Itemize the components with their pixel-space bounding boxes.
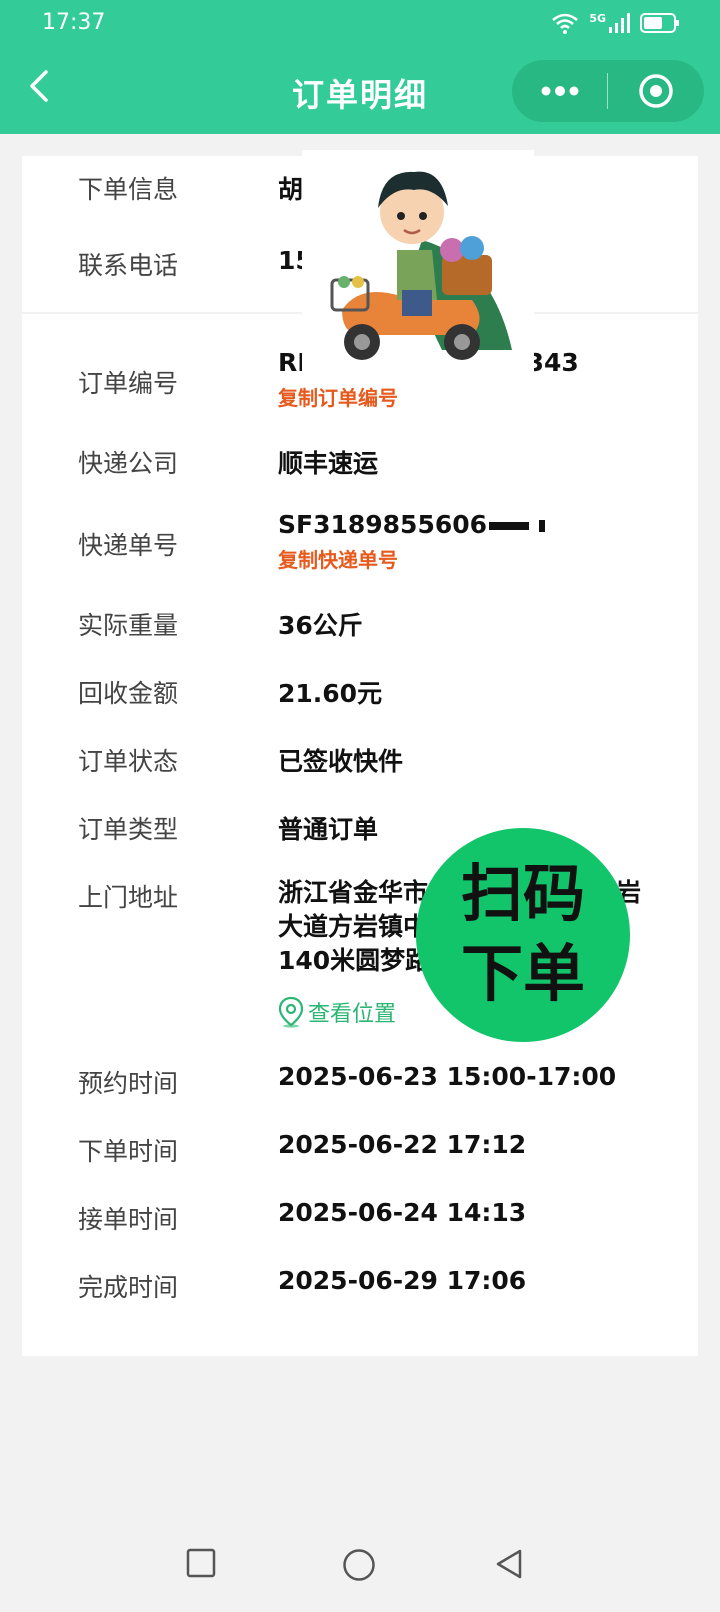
amount-value: 21.60元: [278, 679, 383, 708]
triangle-back-icon: [496, 1549, 522, 1579]
finished-time-label: 完成时间: [78, 1273, 179, 1302]
address-label: 上门地址: [78, 883, 179, 912]
view-location-label: 查看位置: [308, 1002, 397, 1027]
courier-company-value: 顺丰速运: [278, 449, 379, 478]
order-status-value: 已签收快件: [278, 747, 404, 776]
courier-company-label: 快递公司: [78, 449, 179, 478]
order-status-label: 订单状态: [78, 747, 179, 776]
appointment-time-value: 2025-06-23 15:00-17:00: [278, 1062, 617, 1091]
copy-order-number-button[interactable]: 复制订单编号: [278, 382, 398, 411]
battery-icon: [640, 13, 679, 33]
accepted-time-value: 2025-06-24 14:13: [278, 1198, 527, 1227]
appointment-time-label: 预约时间: [78, 1069, 179, 1098]
redaction-mark: [489, 522, 530, 530]
status-time: 17:37: [42, 10, 106, 35]
weight-value: 36公斤: [278, 611, 363, 640]
nav-bar: 订单明细: [0, 48, 720, 134]
copy-tracking-number-button[interactable]: 复制快递单号: [278, 544, 398, 573]
network-type-label: 5G: [589, 11, 606, 25]
order-info-label: 下单信息: [78, 175, 179, 204]
square-icon: [186, 1548, 216, 1578]
target-close-icon: [638, 74, 673, 108]
order-type-label: 订单类型: [78, 815, 179, 844]
badge-line-2: 下单: [460, 937, 585, 1010]
location-pin-icon: [278, 996, 304, 1028]
delivery-rider-illustration: [302, 150, 534, 372]
recent-apps-button[interactable]: [186, 1548, 216, 1582]
weight-label: 实际重量: [78, 611, 179, 640]
circle-icon: [343, 1549, 375, 1581]
status-icons: 5G: [551, 12, 680, 34]
order-type-value: 普通订单: [278, 815, 379, 844]
placed-time-value: 2025-06-22 17:12: [278, 1130, 527, 1159]
finished-time-value: 2025-06-29 17:06: [278, 1266, 527, 1295]
phone-label: 联系电话: [78, 251, 179, 280]
miniprogram-capsule: [512, 60, 704, 122]
view-location-link[interactable]: 查看位置: [278, 996, 396, 1028]
status-bar: 17:37 5G: [0, 0, 720, 48]
system-navigation-bar: [0, 1530, 720, 1612]
amount-label: 回收金额: [78, 679, 179, 708]
order-info-value: 胡: [278, 175, 304, 204]
delivery-rider-sticker: [302, 150, 534, 372]
wifi-icon: [552, 13, 579, 34]
order-number-label: 订单编号: [78, 369, 179, 398]
placed-time-label: 下单时间: [78, 1137, 179, 1166]
more-dots-icon: [541, 86, 578, 96]
tracking-number-value: SF3189855606: [278, 510, 546, 539]
redaction-mark: [539, 520, 546, 532]
signal-icon: [609, 13, 630, 33]
back-nav-button[interactable]: [494, 1548, 524, 1584]
scan-to-order-badge: 扫码 下单: [416, 828, 630, 1042]
home-button[interactable]: [342, 1548, 376, 1586]
close-miniprogram-button[interactable]: [608, 60, 703, 122]
accepted-time-label: 接单时间: [78, 1205, 179, 1234]
tracking-number-label: 快递单号: [78, 531, 179, 560]
badge-line-1: 扫码: [460, 857, 585, 930]
more-button[interactable]: [512, 60, 607, 122]
